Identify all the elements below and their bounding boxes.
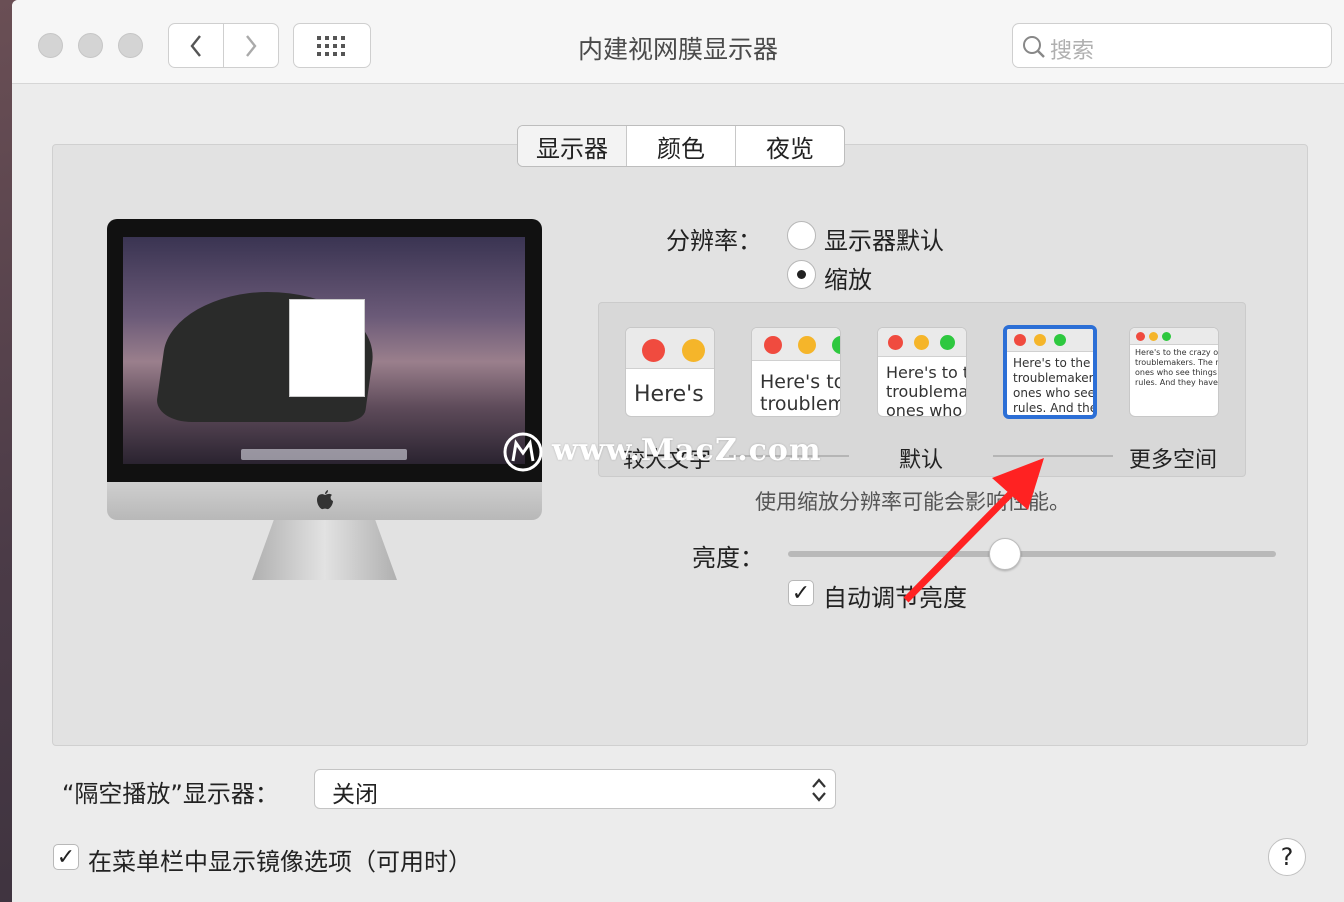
- tab-color[interactable]: 颜色: [626, 126, 735, 166]
- brightness-label: 亮度：: [692, 544, 764, 572]
- tab-bar: 显示器 颜色 夜览: [517, 125, 845, 167]
- thumb-sample-text-4: rules. And they: [1013, 401, 1097, 415]
- thumb-titlebar: [752, 328, 840, 361]
- thumb-sample-text-2: troublem: [760, 393, 841, 415]
- tab-display[interactable]: 显示器: [518, 126, 626, 166]
- radio-display-default-label[interactable]: 显示器默认: [824, 221, 944, 256]
- red-dot-icon: [888, 335, 903, 350]
- thumb-sample-text-1: Here's to: [760, 371, 841, 393]
- thumb-sample-text-2: troublema: [886, 382, 967, 401]
- dock-image: [241, 449, 407, 460]
- thumb-sample-text-3: ones who see t: [1013, 386, 1097, 400]
- airplay-select[interactable]: 关闭: [314, 769, 836, 809]
- scale-option-selected[interactable]: Here's to the cr troublemakers. ones who…: [1003, 325, 1097, 419]
- scale-option-default[interactable]: Here's to t troublema ones who: [877, 327, 967, 417]
- yellow-dot-icon: [1034, 334, 1046, 346]
- document-window-image: [289, 299, 365, 397]
- scale-option-2[interactable]: Here's to troublem: [751, 327, 841, 417]
- thumb-sample-text-2: troublemakers. The rou: [1135, 358, 1219, 367]
- green-dot-icon: [832, 336, 840, 354]
- scale-option-more-space[interactable]: Here's to the crazy one troublemakers. T…: [1129, 327, 1219, 417]
- updown-chevron-icon: [812, 778, 826, 802]
- desktop-wallpaper-image: [123, 237, 525, 464]
- radio-display-default[interactable]: [787, 221, 816, 250]
- thumb-sample-text: Here's: [634, 382, 704, 407]
- more-space-label: 更多空间: [1129, 448, 1218, 473]
- thumb-sample-text-2: troublemakers.: [1013, 371, 1097, 385]
- title-bar: 内建视网膜显示器 搜索: [12, 0, 1344, 84]
- thumb-titlebar: [1130, 328, 1218, 345]
- thumb-sample-text-1: Here's to the crazy one: [1135, 348, 1219, 357]
- green-dot-icon: [940, 335, 955, 350]
- green-dot-icon: [1162, 332, 1171, 341]
- mirror-options-checkbox[interactable]: ✓: [53, 844, 79, 870]
- scale-option-larger-text[interactable]: Here's: [625, 327, 715, 417]
- imac-illustration: [107, 219, 542, 482]
- auto-brightness-checkbox[interactable]: ✓: [788, 580, 814, 606]
- watermark-text: www.MacZ.com: [552, 433, 822, 468]
- yellow-dot-icon: [1149, 332, 1158, 341]
- green-dot-icon: [1054, 334, 1066, 346]
- thumb-titlebar: [878, 328, 966, 357]
- red-dot-icon: [642, 339, 665, 362]
- red-arrow-annotation: [903, 458, 1044, 603]
- red-dot-icon: [1136, 332, 1145, 341]
- radio-scaled[interactable]: [787, 260, 816, 289]
- airplay-label: “隔空播放”显示器：: [62, 780, 279, 808]
- thumb-sample-text-1: Here's to t: [886, 363, 967, 382]
- search-icon: [1023, 36, 1045, 58]
- watermark-logo-icon: [503, 432, 543, 472]
- thumb-titlebar: [626, 328, 714, 369]
- preferences-window: 内建视网膜显示器 搜索 显示器 颜色 夜览 分辨率： 显示器默认 缩放 Here…: [12, 0, 1344, 902]
- thumb-sample-text-1: Here's to the cr: [1013, 356, 1097, 370]
- thumb-sample-text-3: ones who: [886, 401, 963, 417]
- airplay-select-value: 关闭: [332, 782, 378, 808]
- tab-night-shift[interactable]: 夜览: [735, 126, 844, 166]
- help-button[interactable]: ?: [1268, 838, 1306, 876]
- search-placeholder: 搜索: [1050, 39, 1095, 64]
- apple-logo-icon: [317, 490, 333, 510]
- yellow-dot-icon: [798, 336, 816, 354]
- thumb-sample-text-3: ones who see things dif: [1135, 368, 1218, 377]
- thumb-sample-text-4: rules. And they have no: [1135, 378, 1218, 387]
- red-dot-icon: [764, 336, 782, 354]
- yellow-dot-icon: [682, 339, 705, 362]
- resolution-label: 分辨率：: [666, 227, 762, 255]
- imac-chin: [107, 482, 542, 520]
- radio-scaled-label[interactable]: 缩放: [824, 260, 872, 295]
- search-field[interactable]: 搜索: [1012, 23, 1332, 68]
- imac-stand: [252, 520, 397, 580]
- yellow-dot-icon: [914, 335, 929, 350]
- mirror-options-label[interactable]: 在菜单栏中显示镜像选项（可用时）: [88, 842, 472, 877]
- thumb-titlebar: [1007, 329, 1093, 352]
- red-dot-icon: [1014, 334, 1026, 346]
